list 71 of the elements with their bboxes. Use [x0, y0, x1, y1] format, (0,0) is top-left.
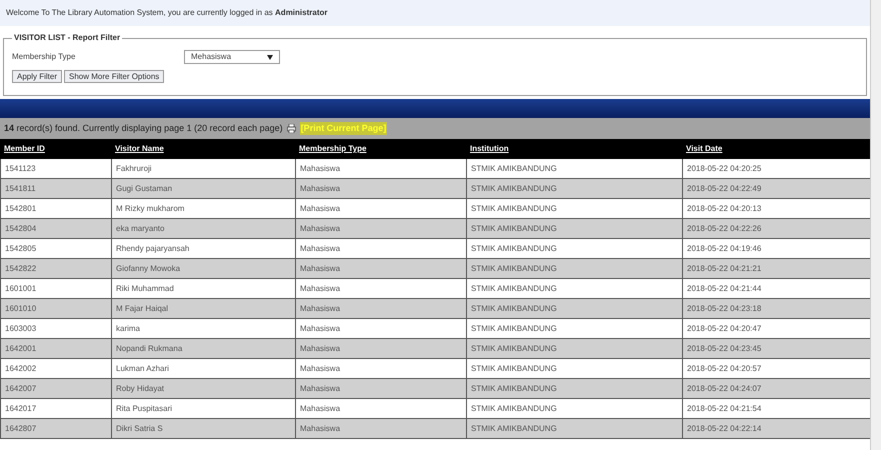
table-cell: Mahasiswa: [295, 199, 466, 218]
table-cell: 1603003: [0, 319, 111, 338]
table-cell: 1542805: [0, 239, 111, 258]
scrollbar[interactable]: [870, 0, 881, 450]
table-cell: Lukman Azhari: [111, 359, 295, 378]
table-cell: 1541811: [0, 179, 111, 198]
table-cell: Mahasiswa: [295, 179, 466, 198]
table-cell: STMIK AMIKBANDUNG: [466, 299, 682, 318]
table-cell: Mahasiswa: [295, 239, 466, 258]
table-cell: eka maryanto: [111, 219, 295, 238]
table-cell: Mahasiswa: [295, 159, 466, 178]
table-cell: 1642001: [0, 339, 111, 358]
table-cell: Riki Muhammad: [111, 279, 295, 298]
membership-select[interactable]: Mehasiswa: [184, 50, 280, 64]
table-cell: STMIK AMIKBANDUNG: [466, 419, 682, 438]
table-cell: STMIK AMIKBANDUNG: [466, 259, 682, 278]
table-cell: STMIK AMIKBANDUNG: [466, 199, 682, 218]
table-cell: 1542801: [0, 199, 111, 218]
dropdown-arrow-icon: [267, 54, 273, 60]
table-cell: Mahasiswa: [295, 279, 466, 298]
table-cell: 1642002: [0, 359, 111, 378]
table-cell: STMIK AMIKBANDUNG: [466, 339, 682, 358]
table-cell: 1542822: [0, 259, 111, 278]
table-cell: Rita Puspitasari: [111, 399, 295, 418]
filter-button[interactable]: Show More Filter Options: [64, 70, 164, 83]
table-cell: Rhendy pajaryansah: [111, 239, 295, 258]
table-cell: M Rizky mukharom: [111, 199, 295, 218]
filter-button[interactable]: Apply Filter: [12, 70, 62, 83]
table-cell: Roby Hidayat: [111, 379, 295, 398]
table-cell: karima: [111, 319, 295, 338]
table-cell: STMIK AMIKBANDUNG: [466, 179, 682, 198]
table-cell: 1541123: [0, 159, 111, 178]
table-cell: STMIK AMIKBANDUNG: [466, 379, 682, 398]
table-cell: M Fajar Haiqal: [111, 299, 295, 318]
table-cell: Mahasiswa: [295, 359, 466, 378]
table-cell: Fakhruroji: [111, 159, 295, 178]
table-cell: Mahasiswa: [295, 299, 466, 318]
column-header[interactable]: Visit Date: [682, 143, 870, 155]
printer-icon: [286, 124, 296, 133]
table-cell: Mahasiswa: [295, 399, 466, 418]
table-cell: Giofanny Mowoka: [111, 259, 295, 278]
table-cell: Mahasiswa: [295, 379, 466, 398]
filter-legend: VISITOR LIST - Report Filter: [12, 32, 122, 44]
table-cell: STMIK AMIKBANDUNG: [466, 239, 682, 258]
column-header[interactable]: Membership Type: [295, 143, 466, 155]
table-cell: Dikri Satria S: [111, 419, 295, 438]
field-label: Membership Type: [12, 51, 76, 63]
column-header[interactable]: Institution: [466, 143, 682, 155]
table-cell: STMIK AMIKBANDUNG: [466, 359, 682, 378]
table-cell: Mahasiswa: [295, 339, 466, 358]
table-cell: 1642007: [0, 379, 111, 398]
table-cell: 1542804: [0, 219, 111, 238]
table-cell: STMIK AMIKBANDUNG: [466, 399, 682, 418]
table-cell: Mahasiswa: [295, 319, 466, 338]
table-cell: 1601010: [0, 299, 111, 318]
table-cell: STMIK AMIKBANDUNG: [466, 319, 682, 338]
table-cell: STMIK AMIKBANDUNG: [466, 279, 682, 298]
table-cell: Mahasiswa: [295, 219, 466, 238]
table-cell: Gugi Gustaman: [111, 179, 295, 198]
column-header[interactable]: Member ID: [0, 143, 111, 155]
table-cell: STMIK AMIKBANDUNG: [466, 159, 682, 178]
table-cell: Nopandi Rukmana: [111, 339, 295, 358]
table-cell: STMIK AMIKBANDUNG: [466, 219, 682, 238]
record-summary: 14 record(s) found. Currently displaying page 1 (20 record each page): [4, 122, 283, 135]
table-cell: Mahasiswa: [295, 259, 466, 278]
welcome-message: Welcome To The Library Automation System, you are currently logged in as Administrator: [6, 7, 328, 19]
table-cell: 1642807: [0, 419, 111, 438]
column-header[interactable]: Visitor Name: [111, 143, 295, 155]
table-cell: 1642017: [0, 399, 111, 418]
table-cell: 1601001: [0, 279, 111, 298]
table-cell: Mahasiswa: [295, 419, 466, 438]
